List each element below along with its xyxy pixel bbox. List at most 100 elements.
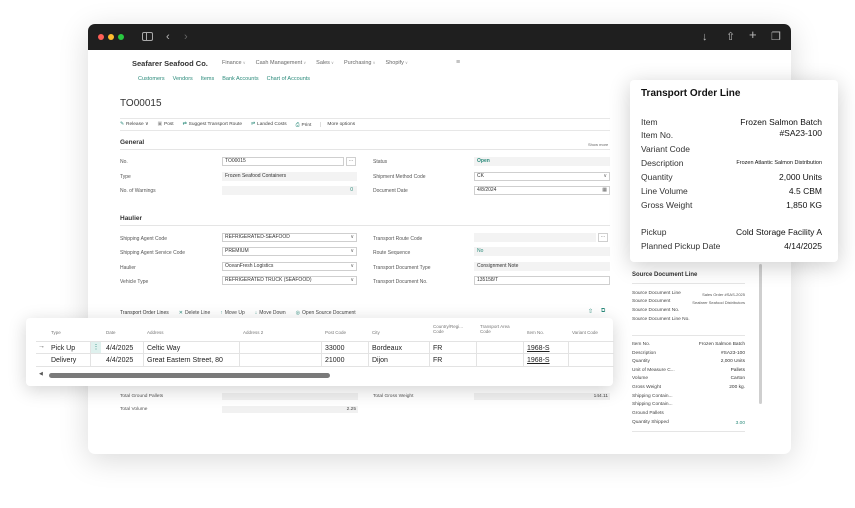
menu-finance[interactable]: Finance bbox=[222, 60, 246, 66]
share-lines-icon[interactable]: ⇧ bbox=[588, 308, 593, 315]
download-icon[interactable]: ↓ bbox=[702, 29, 708, 45]
row-country[interactable]: FR bbox=[430, 354, 477, 367]
horizontal-scrollbar[interactable] bbox=[49, 373, 330, 378]
subnav-customers[interactable]: Customers bbox=[138, 76, 165, 82]
row-item-no[interactable]: 1968-S bbox=[524, 354, 569, 367]
open-source-document-button[interactable]: ◎ Open Source Document bbox=[296, 310, 356, 316]
landed-costs-icon: ⇌ bbox=[251, 122, 256, 127]
haulier-heading[interactable]: Haulier bbox=[120, 215, 142, 222]
route-code-field[interactable] bbox=[474, 233, 596, 242]
sdlno-label: Source Document Line No. bbox=[632, 317, 690, 322]
status-label: Status bbox=[373, 159, 388, 165]
row-post-code[interactable]: 21000 bbox=[322, 354, 369, 367]
card-title: Transport Order Line bbox=[641, 88, 741, 99]
subnav-bank-accounts[interactable]: Bank Accounts bbox=[222, 76, 258, 82]
side-panel-scrollbar[interactable] bbox=[759, 264, 762, 404]
menu-shopify[interactable]: Shopify bbox=[386, 60, 408, 66]
subnav-items[interactable]: Items bbox=[201, 76, 214, 82]
row-variant[interactable] bbox=[569, 354, 613, 367]
show-more-link[interactable]: Show more bbox=[588, 142, 608, 147]
src-volume-value: Carton bbox=[730, 376, 745, 381]
quantity-label: Quantity bbox=[641, 172, 673, 182]
src-qty-value: 2,000 Units bbox=[720, 359, 745, 364]
arrow-up-icon: ↑ bbox=[220, 310, 223, 316]
share-icon[interactable]: ⇧ bbox=[726, 29, 735, 45]
company-name[interactable]: Seafarer Seafood Co. bbox=[132, 59, 208, 68]
release-button[interactable]: ✎ Release ∨ bbox=[120, 122, 148, 127]
col-country[interactable]: Country/Regi... Code bbox=[433, 324, 473, 334]
shipping-agent-select[interactable]: REFRIGERATED-SEAFOOD ∨ bbox=[222, 233, 357, 242]
lines-heading[interactable]: Transport Order Lines bbox=[120, 310, 169, 316]
expand-lines-icon[interactable]: ⧉ bbox=[601, 308, 605, 315]
row-address-2[interactable] bbox=[240, 354, 322, 367]
minimize-window-button[interactable] bbox=[108, 34, 114, 40]
src-desc-value: #SA23-100 bbox=[720, 351, 745, 356]
back-icon[interactable]: ‹ bbox=[166, 29, 170, 45]
col-address-2[interactable]: Address 2 bbox=[243, 330, 263, 335]
suggest-route-button[interactable]: ⇄ Suggest Transport Route bbox=[183, 122, 242, 127]
no-lookup-button[interactable]: ··· bbox=[346, 157, 356, 166]
col-city[interactable]: City bbox=[372, 330, 380, 335]
planned-pickup-date-label: Planned Pickup Date bbox=[641, 241, 721, 251]
haulier-select[interactable]: OceanFresh Logistics ∨ bbox=[222, 262, 357, 271]
chevron-down-icon: ∨ bbox=[350, 248, 354, 254]
subnav-vendors[interactable]: Vendors bbox=[173, 76, 193, 82]
col-type[interactable]: Type bbox=[51, 330, 61, 335]
row-area[interactable] bbox=[477, 354, 524, 367]
document-date-field[interactable]: 4/8/2024 ▦ bbox=[474, 186, 610, 195]
vehicle-type-select[interactable]: REFRIGERATED TRUCK (SEAFOOD) ∨ bbox=[222, 276, 357, 285]
sidebar-toggle-icon[interactable] bbox=[142, 32, 153, 41]
maximize-window-button[interactable] bbox=[118, 34, 124, 40]
action-bar: ✎ Release ∨ ▣ Post ⇄ Suggest Transport Rout… bbox=[120, 118, 610, 131]
warnings-field[interactable]: 0 bbox=[222, 186, 357, 195]
col-address[interactable]: Address bbox=[147, 330, 164, 335]
sd-value: Seafarer Seafood Distributors bbox=[692, 300, 745, 305]
col-item-no[interactable]: Item No. bbox=[527, 330, 544, 335]
document-date-label: Document Date bbox=[373, 188, 408, 194]
move-down-button[interactable]: ↓ Move Down bbox=[255, 310, 286, 316]
menu-purchasing[interactable]: Purchasing bbox=[344, 60, 376, 66]
gross-weight-label: Gross Weight bbox=[641, 200, 693, 210]
row-type[interactable]: Delivery bbox=[48, 354, 91, 367]
close-window-button[interactable] bbox=[98, 34, 104, 40]
general-heading[interactable]: General bbox=[120, 139, 144, 146]
forward-icon[interactable]: › bbox=[184, 29, 188, 45]
landed-costs-button[interactable]: ⇌ Landed Costs bbox=[251, 122, 287, 127]
calendar-icon[interactable]: ▦ bbox=[602, 187, 607, 194]
scroll-left-icon[interactable]: ◀ bbox=[39, 371, 43, 377]
subnav-chart-of-accounts[interactable]: Chart of Accounts bbox=[267, 76, 310, 82]
print-button[interactable]: ⎙ Print bbox=[296, 122, 312, 128]
move-up-button[interactable]: ↑ Move Up bbox=[220, 310, 245, 316]
route-lookup-button[interactable]: ··· bbox=[598, 233, 608, 242]
post-button[interactable]: ▣ Post bbox=[157, 122, 173, 127]
tabs-overview-icon[interactable]: ❐ bbox=[771, 29, 781, 45]
hamburger-menu-icon[interactable]: ≡ bbox=[456, 59, 460, 66]
col-date[interactable]: Date bbox=[106, 330, 116, 335]
row-address[interactable]: Great Eastern Street, 80 bbox=[144, 354, 240, 367]
more-options-button[interactable]: More options bbox=[320, 122, 355, 127]
no-field[interactable]: TO00015 bbox=[222, 157, 344, 166]
new-tab-icon[interactable]: + bbox=[749, 27, 757, 43]
table-row[interactable]: Delivery 4/4/2025 Great Eastern Street, … bbox=[36, 354, 614, 367]
col-variant[interactable]: Variant Code bbox=[572, 330, 598, 335]
table-row[interactable]: Pick Up 4/4/2025 Celtic Way 33000 Bordea… bbox=[36, 341, 614, 355]
sd-label: Source Document bbox=[632, 299, 671, 304]
shipping-agent-label: Shipping Agent Code bbox=[120, 236, 167, 242]
src-itemno-label: Item No. bbox=[632, 342, 651, 347]
row-actions-kebab-icon[interactable]: ⋮ bbox=[91, 342, 101, 353]
source-heading[interactable]: Source Document Line bbox=[632, 272, 697, 278]
menu-sales[interactable]: Sales bbox=[316, 60, 334, 66]
gross-weight-value: 1,850 KG bbox=[786, 200, 822, 210]
transport-doc-no-field[interactable]: 135158/T bbox=[474, 276, 610, 285]
col-post-code[interactable]: Post Code bbox=[325, 330, 346, 335]
row-date[interactable]: 4/4/2025 bbox=[103, 354, 144, 367]
service-code-select[interactable]: PREMIUM ∨ bbox=[222, 247, 357, 256]
shipment-method-select[interactable]: CK ∨ bbox=[474, 172, 610, 181]
col-transport-area[interactable]: Transport Area Code bbox=[480, 324, 520, 334]
total-volume-label: Total Volume bbox=[120, 407, 148, 412]
src-gw-value: 200 kg. bbox=[729, 385, 745, 390]
menu-cash-management[interactable]: Cash Management bbox=[256, 60, 307, 66]
delete-line-button[interactable]: ✕ Delete Line bbox=[179, 310, 211, 316]
src-qty-label: Quantity bbox=[632, 359, 650, 364]
row-city[interactable]: Dijon bbox=[369, 354, 430, 367]
